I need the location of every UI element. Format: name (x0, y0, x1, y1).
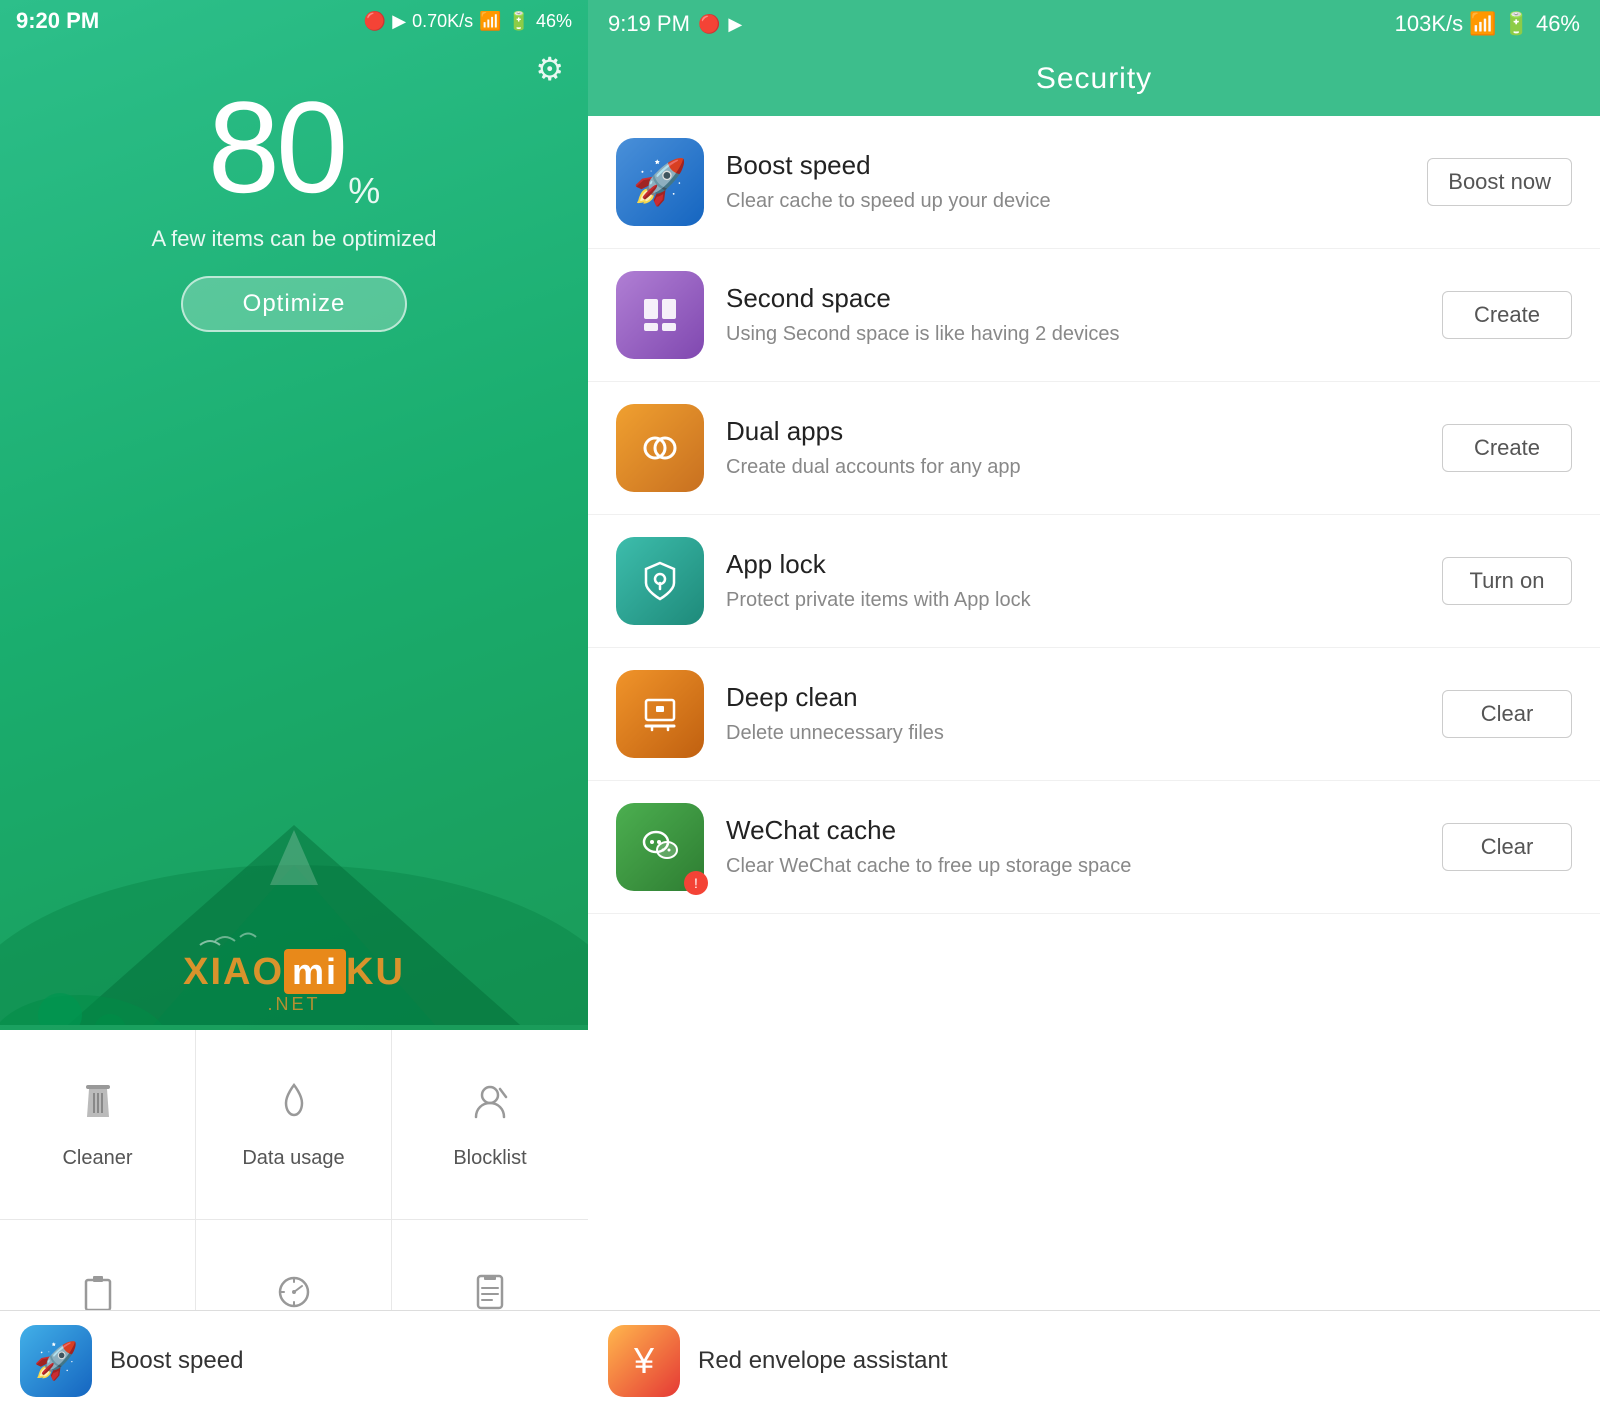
security-item-boost-speed: 🚀 Boost speed Clear cache to speed up yo… (588, 116, 1600, 249)
battery-icon-left: 🔋 (508, 11, 530, 32)
deep-clean-text: Deep clean Delete unnecessary files (726, 682, 1420, 747)
battery-percent-right: 46% (1536, 11, 1580, 37)
security-item-wechat: ! WeChat cache Clear WeChat cache to fre… (588, 781, 1600, 914)
second-space-text: Second space Using Second space is like … (726, 283, 1420, 348)
status-left-right: 9:19 PM 🔴 ▶ (608, 11, 742, 37)
security-item-dual-apps: Dual apps Create dual accounts for any a… (588, 382, 1600, 515)
deep-clean-icon (616, 670, 704, 758)
deep-clean-desc: Delete unnecessary files (726, 719, 1420, 747)
wechat-action[interactable]: Clear (1442, 823, 1572, 871)
app-lock-action[interactable]: Turn on (1442, 557, 1572, 605)
watermark: XIAOmiKU .NET (0, 951, 588, 1015)
boost-speed-action[interactable]: Boost now (1427, 158, 1572, 206)
play-icon: ▶ (392, 11, 406, 32)
security-list: 🚀 Boost speed Clear cache to speed up yo… (588, 116, 1600, 1310)
red-envelope-icon: ¥ (608, 1325, 680, 1397)
app-lock-text: App lock Protect private items with App … (726, 549, 1420, 614)
wechat-text: WeChat cache Clear WeChat cache to free … (726, 815, 1420, 880)
app-lock-title: App lock (726, 549, 1420, 580)
play-icon-right: ▶ (728, 14, 742, 35)
boost-speed-preview-icon-left: 🚀 (20, 1325, 92, 1397)
cleaner-label: Cleaner (62, 1147, 132, 1170)
notif-icon-right: 🔴 (698, 14, 720, 35)
wifi-icon-right: 📶 (1469, 11, 1496, 37)
grid-item-blocklist[interactable]: Blocklist (392, 1030, 588, 1220)
score-number: 80 (208, 82, 345, 212)
app-lock-desc: Protect private items with App lock (726, 586, 1420, 614)
wechat-badge: ! (684, 871, 708, 895)
left-panel: 9:20 PM 🔴 ▶ 0.70K/s 📶 🔋 46% ⚙ 80 % A few… (0, 0, 588, 1410)
status-right-right: 103K/s 📶 🔋 46% (1395, 11, 1580, 37)
boost-speed-icon: 🚀 (616, 138, 704, 226)
second-space-action[interactable]: Create (1442, 291, 1572, 339)
security-header: Security (588, 48, 1600, 116)
status-icons-left: 🔴 ▶ 0.70K/s 📶 🔋 46% (364, 11, 572, 32)
blocklist-label: Blocklist (453, 1147, 526, 1170)
boost-speed-text: Boost speed Clear cache to speed up your… (726, 150, 1405, 215)
battery-percent-left: 46% (536, 11, 572, 32)
dual-apps-desc: Create dual accounts for any app (726, 453, 1420, 481)
boost-speed-title: Boost speed (726, 150, 1405, 181)
wifi-icon: 📶 (479, 11, 501, 32)
score-section: 80 % A few items can be optimized Optimi… (0, 82, 588, 332)
dual-apps-icon (616, 404, 704, 492)
network-speed-right: 103K/s (1395, 11, 1464, 37)
second-space-title: Second space (726, 283, 1420, 314)
battery-icon-right: 🔋 (1503, 11, 1530, 37)
dual-apps-title: Dual apps (726, 416, 1420, 447)
wechat-title: WeChat cache (726, 815, 1420, 846)
security-title: Security (588, 62, 1600, 96)
security-item-second-space: Second space Using Second space is like … (588, 249, 1600, 382)
blocklist-icon (468, 1079, 512, 1135)
time-left: 9:20 PM (16, 8, 99, 34)
wechat-icon: ! (616, 803, 704, 891)
status-bar-left: 9:20 PM 🔴 ▶ 0.70K/s 📶 🔋 46% (0, 0, 588, 42)
deep-clean-action[interactable]: Clear (1442, 690, 1572, 738)
cleaner-icon (76, 1079, 120, 1135)
network-speed-left: 0.70K/s (412, 11, 473, 32)
second-space-desc: Using Second space is like having 2 devi… (726, 320, 1420, 348)
second-space-icon (616, 271, 704, 359)
security-item-deep-clean: Deep clean Delete unnecessary files Clea… (588, 648, 1600, 781)
wechat-desc: Clear WeChat cache to free up storage sp… (726, 852, 1420, 880)
score-subtitle: A few items can be optimized (152, 226, 437, 252)
bottom-preview-right: ¥ Red envelope assistant (588, 1310, 1600, 1410)
grid-item-data-usage[interactable]: Data usage (196, 1030, 392, 1220)
boost-speed-preview-label-left: Boost speed (110, 1347, 243, 1375)
bottom-preview-left: 🚀 Boost speed (0, 1310, 588, 1410)
status-bar-right: 9:19 PM 🔴 ▶ 103K/s 📶 🔋 46% (588, 0, 1600, 48)
right-panel: 9:19 PM 🔴 ▶ 103K/s 📶 🔋 46% Security 🚀 Bo… (588, 0, 1600, 1410)
boost-speed-desc: Clear cache to speed up your device (726, 187, 1405, 215)
dual-apps-text: Dual apps Create dual accounts for any a… (726, 416, 1420, 481)
app-lock-icon (616, 537, 704, 625)
data-usage-icon (272, 1079, 316, 1135)
data-usage-label: Data usage (242, 1147, 344, 1170)
score-percent: % (348, 170, 380, 212)
dual-apps-action[interactable]: Create (1442, 424, 1572, 472)
grid-item-cleaner[interactable]: Cleaner (0, 1030, 196, 1220)
notification-icon: 🔴 (364, 11, 386, 32)
time-right: 9:19 PM (608, 11, 690, 37)
settings-icon[interactable]: ⚙ (535, 50, 564, 88)
optimize-button[interactable]: Optimize (181, 276, 408, 332)
red-envelope-label: Red envelope assistant (698, 1347, 948, 1375)
security-item-app-lock: App lock Protect private items with App … (588, 515, 1600, 648)
deep-clean-title: Deep clean (726, 682, 1420, 713)
